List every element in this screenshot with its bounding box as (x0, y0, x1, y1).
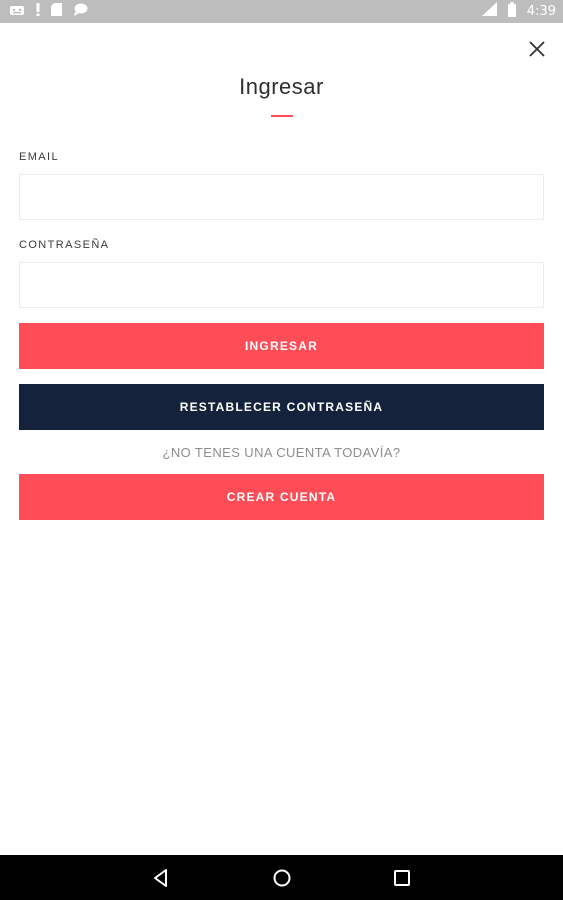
title-underline (271, 115, 293, 117)
recents-button[interactable] (391, 867, 413, 889)
alert-icon (36, 2, 40, 21)
sd-card-icon (51, 2, 62, 21)
back-button[interactable] (150, 867, 172, 889)
home-button[interactable] (271, 867, 293, 889)
password-field[interactable] (19, 262, 544, 308)
email-label: EMAIL (19, 151, 60, 163)
status-bar: 4:39 (0, 0, 563, 23)
login-button[interactable]: INGRESAR (19, 323, 544, 369)
create-account-button[interactable]: CREAR CUENTA (19, 474, 544, 520)
reset-password-button[interactable]: RESTABLECER CONTRASEÑA (19, 384, 544, 430)
email-field[interactable] (19, 174, 544, 220)
recents-icon (394, 870, 410, 886)
navigation-bar (0, 855, 563, 900)
page-title: Ingresar (239, 74, 324, 99)
no-account-prompt: ¿NO TENES UNA CUENTA TODAVÍA? (162, 445, 401, 460)
password-label: CONTRASEÑA (19, 239, 110, 251)
status-bar-left (9, 2, 88, 21)
android-debug-icon (9, 3, 25, 21)
chat-icon (73, 3, 88, 21)
close-button[interactable] (528, 40, 546, 58)
signal-icon (481, 2, 497, 21)
status-bar-right: 4:39 (481, 1, 556, 22)
close-icon (529, 41, 545, 57)
back-icon (154, 869, 167, 887)
battery-icon (507, 1, 516, 22)
home-icon (273, 869, 291, 887)
status-time: 4:39 (526, 4, 556, 19)
